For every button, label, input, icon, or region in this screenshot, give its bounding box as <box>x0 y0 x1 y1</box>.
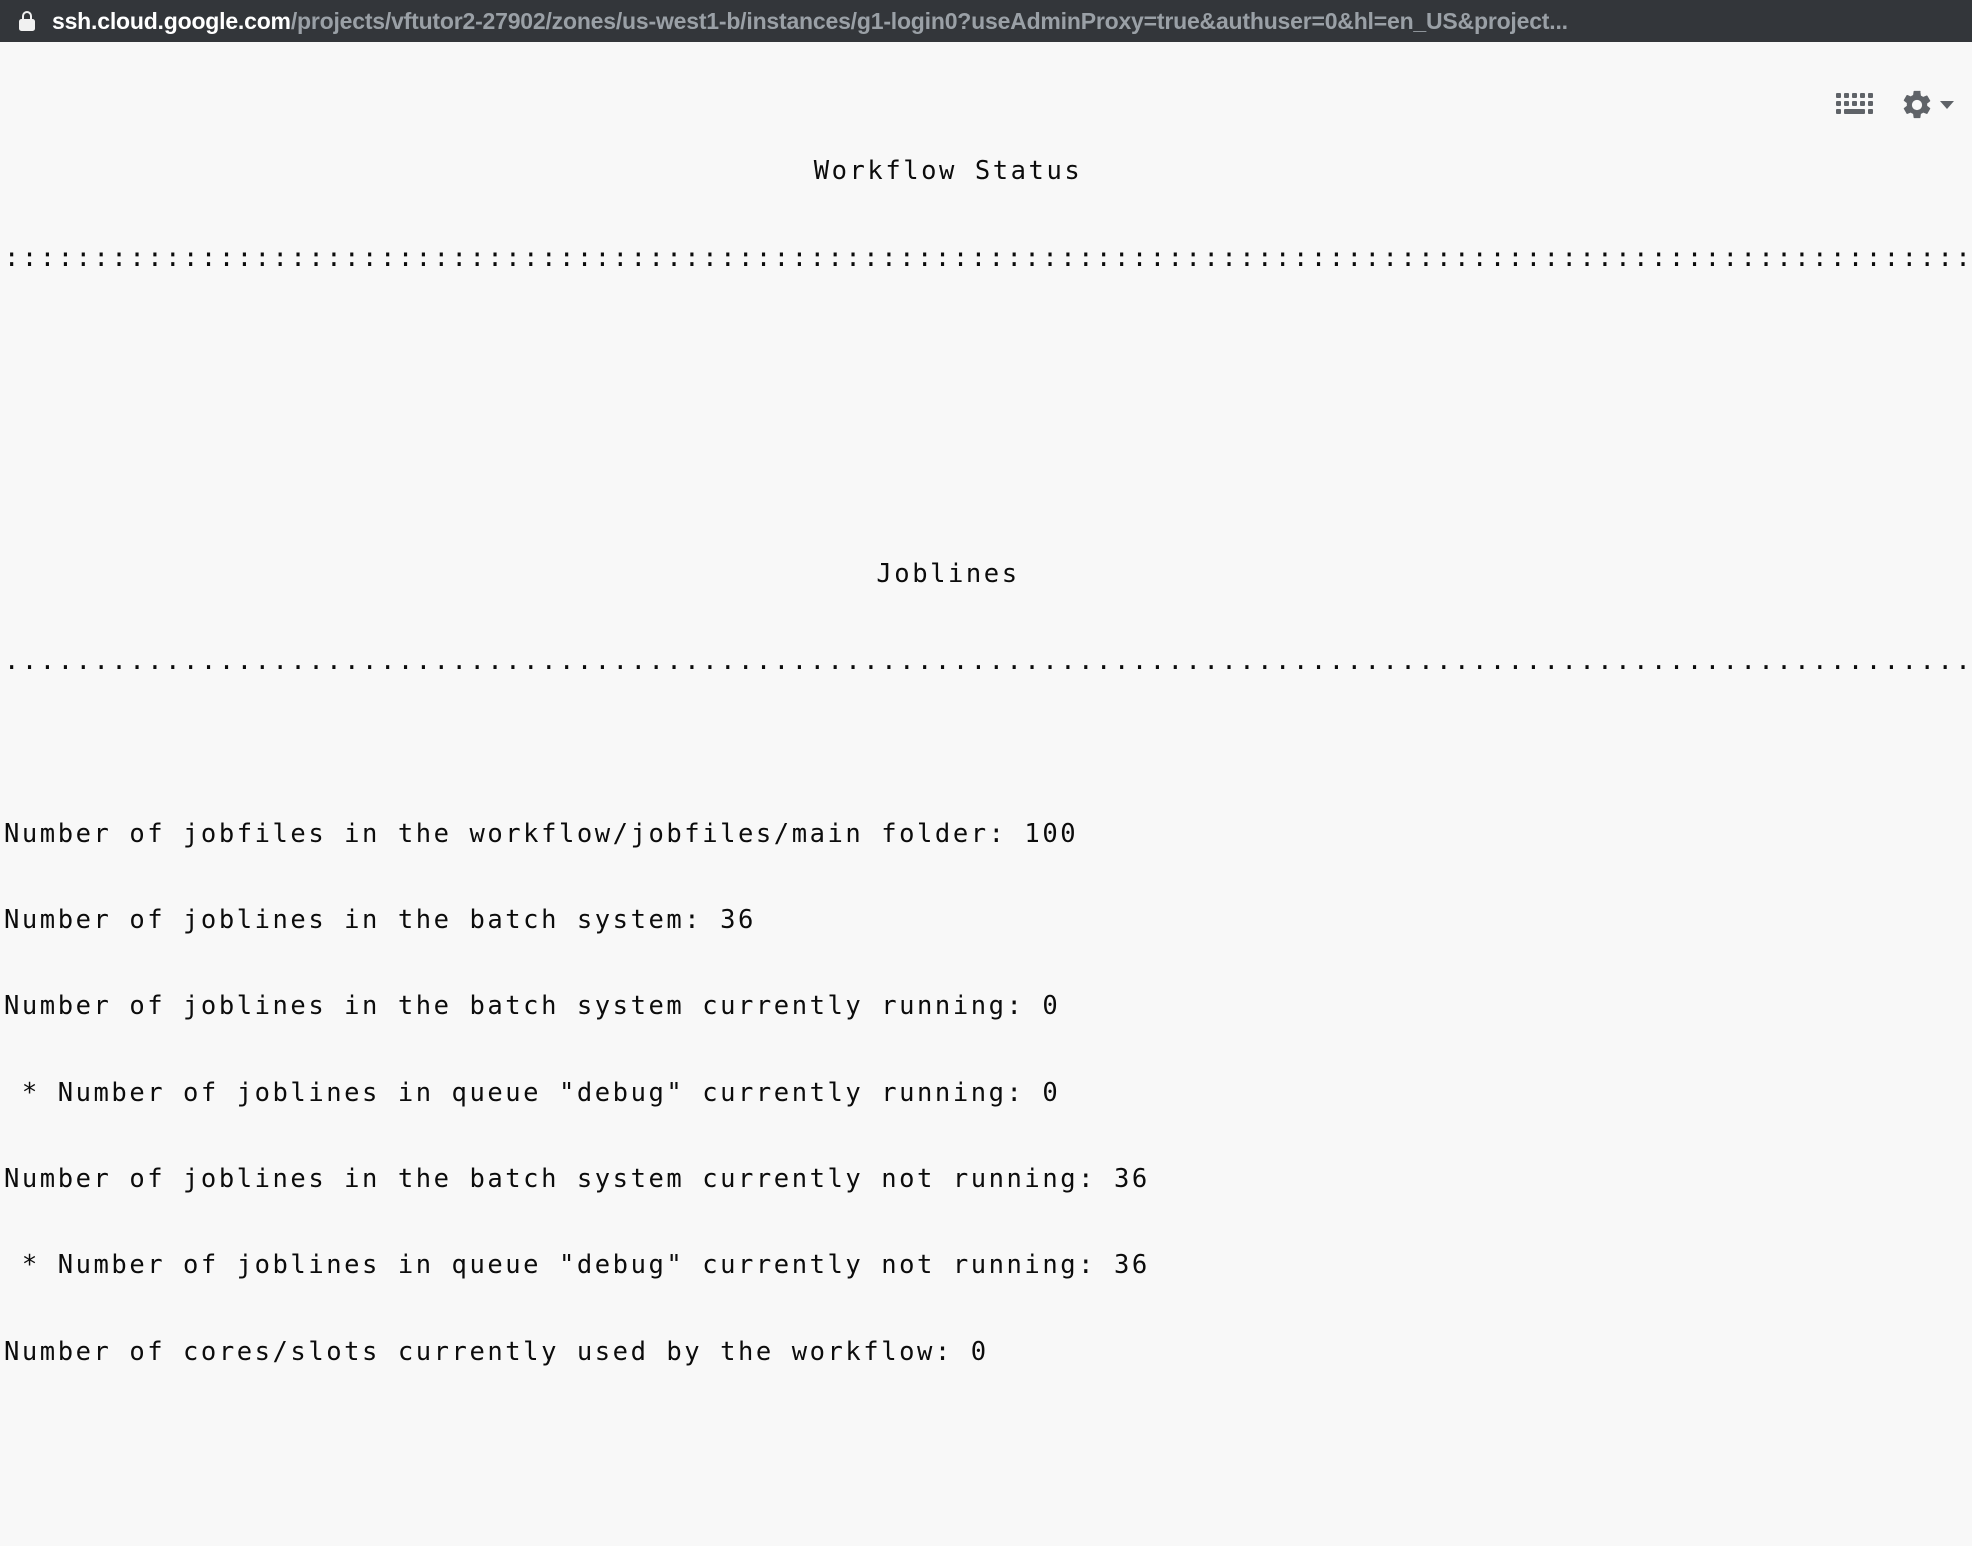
url-text[interactable]: ssh.cloud.google.com/projects/vftutor2-2… <box>52 7 1568 34</box>
url-domain: ssh.cloud.google.com <box>52 7 291 34</box>
chevron-down-icon[interactable] <box>1940 101 1954 109</box>
status-line: Number of joblines in the batch system: … <box>4 905 756 935</box>
terminal-title: Workflow Status <box>813 157 1083 186</box>
terminal-toolbar <box>1834 88 1954 122</box>
status-line: * Number of joblines in queue "debug" cu… <box>4 1251 1150 1281</box>
section-heading-joblines: Joblines <box>876 560 1020 590</box>
status-line: * Number of joblines in queue "debug" cu… <box>4 1078 1061 1108</box>
browser-url-bar[interactable]: ssh.cloud.google.com/projects/vftutor2-2… <box>0 0 1972 42</box>
status-line: Number of joblines in the batch system c… <box>4 992 1061 1022</box>
lock-icon <box>18 10 36 32</box>
status-line: Number of jobfiles in the workflow/jobfi… <box>4 819 1079 849</box>
title-rule: ::::::::::::::::::::::::::::::::::::::::… <box>4 243 1972 273</box>
terminal-pane[interactable]: Workflow Status ::::::::::::::::::::::::… <box>0 42 1972 1546</box>
url-path: /projects/vftutor2-27902/zones/us-west1-… <box>290 7 1568 34</box>
status-line: Number of cores/slots currently used by … <box>4 1337 989 1367</box>
settings-menu[interactable] <box>1900 88 1954 122</box>
status-line: Number of joblines in the batch system c… <box>4 1165 1150 1194</box>
gear-icon[interactable] <box>1900 88 1934 122</box>
section-rule: ........................................… <box>4 646 1972 676</box>
terminal-text-buffer: Workflow Status ::::::::::::::::::::::::… <box>0 42 1972 1546</box>
keyboard-icon[interactable] <box>1834 91 1874 119</box>
